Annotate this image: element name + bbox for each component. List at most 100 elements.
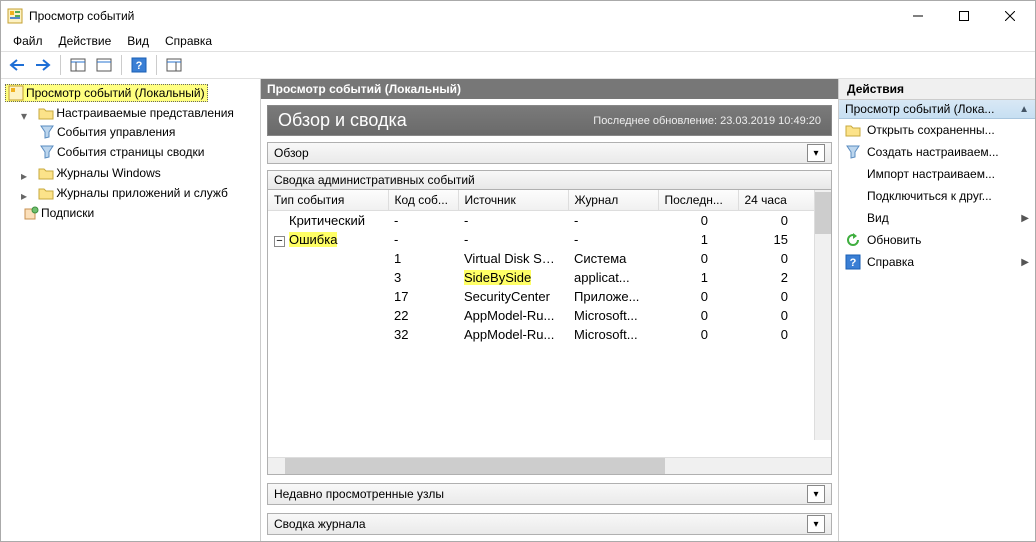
summary-header: Обзор и сводка Последнее обновление: 23.… (267, 105, 832, 136)
col-24h[interactable]: 24 часа (738, 190, 818, 211)
action-label: Импорт настраиваем... (867, 167, 995, 181)
action-import-custom[interactable]: Импорт настраиваем... (839, 163, 1035, 185)
cell-log: - (568, 211, 658, 231)
col-last[interactable]: Последн... (658, 190, 738, 211)
cell-24h: 0 (658, 287, 738, 306)
folder-icon (38, 165, 54, 181)
section-label: Обзор (274, 146, 807, 160)
cell-log: - (568, 230, 658, 249)
expand-button[interactable]: ▾ (807, 485, 825, 503)
cell-24h: 0 (658, 249, 738, 268)
tree-root[interactable]: Просмотр событий (Локальный) (5, 84, 208, 102)
eventviewer-icon (8, 85, 24, 101)
back-button[interactable] (5, 54, 29, 76)
twisty-icon[interactable]: ▸ (21, 169, 33, 183)
menu-file[interactable]: Файл (5, 32, 51, 50)
twisty-icon[interactable]: ▾ (21, 109, 33, 123)
folder-icon (38, 185, 54, 201)
cell-source: Virtual Disk Ser... (464, 251, 563, 266)
panel-button[interactable] (162, 54, 186, 76)
help-button[interactable]: ? (127, 54, 151, 76)
expand-button[interactable]: ▾ (807, 515, 825, 533)
cell-id: 1 (388, 249, 458, 268)
center-header: Просмотр событий (Локальный) (261, 79, 838, 99)
row-expander[interactable]: − (274, 236, 285, 247)
table-row[interactable]: Критический---00 (268, 211, 831, 231)
folder-open-icon (845, 122, 861, 138)
cell-log: Microsoft... (568, 306, 658, 325)
cell-log: applicat... (568, 268, 658, 287)
table-row[interactable]: 17SecurityCenterПриложе...00 (268, 287, 831, 306)
twisty-icon[interactable]: ▸ (21, 189, 33, 203)
tree-pane[interactable]: Просмотр событий (Локальный) ▾ Настраива… (1, 79, 261, 541)
actions-group[interactable]: Просмотр событий (Лока... ▲ (839, 100, 1035, 119)
forward-button[interactable] (31, 54, 55, 76)
section-log-summary[interactable]: Сводка журнала ▾ (267, 513, 832, 535)
section-recent-nodes[interactable]: Недавно просмотренные узлы ▾ (267, 483, 832, 505)
table-row[interactable]: −Ошибка---115 (268, 230, 831, 249)
cell-source: SecurityCenter (464, 289, 550, 304)
maximize-button[interactable] (941, 1, 987, 31)
cell-log: Система (568, 249, 658, 268)
tree-item-label: События управления (57, 125, 175, 139)
table-row[interactable]: 3SideBySideapplicat...12 (268, 268, 831, 287)
table-row[interactable]: 22AppModel-Ru...Microsoft...00 (268, 306, 831, 325)
col-id[interactable]: Код соб... (388, 190, 458, 211)
tree-app-service-logs[interactable]: Журналы приложений и служб (36, 185, 230, 201)
col-log[interactable]: Журнал (568, 190, 658, 211)
vertical-scrollbar[interactable] (814, 190, 831, 440)
tree-custom-views[interactable]: Настраиваемые представления (36, 105, 236, 121)
show-tree-button[interactable] (66, 54, 90, 76)
cell-24h: 1 (658, 230, 738, 249)
cell-24h: 0 (658, 325, 738, 344)
cell-sum: 0 (738, 306, 818, 325)
menu-action[interactable]: Действие (51, 32, 120, 50)
filter-icon (845, 144, 861, 160)
section-label: Сводка административных событий (274, 173, 475, 187)
last-refresh: Последнее обновление: 23.03.2019 10:49:2… (593, 115, 821, 127)
events-grid[interactable]: Тип события Код соб... Источник Журнал П… (268, 190, 831, 457)
cell-24h: 0 (658, 306, 738, 325)
cell-source: AppModel-Ru... (464, 308, 554, 323)
expand-button[interactable]: ▾ (807, 144, 825, 162)
refresh-icon (845, 232, 861, 248)
toolbar: ? (1, 51, 1035, 79)
tree-summary-page-events[interactable]: События страницы сводки (37, 144, 206, 160)
tree-item-label: Журналы Windows (56, 166, 160, 180)
table-row[interactable]: 32AppModel-Ru...Microsoft...00 (268, 325, 831, 344)
svg-text:?: ? (850, 257, 857, 269)
title-bar: Просмотр событий (1, 1, 1035, 31)
cell-type: Ошибка (289, 232, 337, 247)
tree-admin-events[interactable]: События управления (37, 124, 177, 140)
menu-view[interactable]: Вид (119, 32, 157, 50)
action-label: Создать настраиваем... (867, 145, 999, 159)
collapse-icon: ▲ (1019, 104, 1029, 115)
section-label: Недавно просмотренные узлы (274, 487, 807, 501)
action-open-saved[interactable]: Открыть сохраненны... (839, 119, 1035, 141)
action-view[interactable]: Вид ▶ (839, 207, 1035, 229)
tree-windows-logs[interactable]: Журналы Windows (36, 165, 162, 181)
section-overview[interactable]: Обзор ▾ (267, 142, 832, 164)
cell-sum: 15 (738, 230, 818, 249)
action-refresh[interactable]: Обновить (839, 229, 1035, 251)
action-create-custom[interactable]: Создать настраиваем... (839, 141, 1035, 163)
col-type[interactable]: Тип события (268, 190, 388, 211)
col-source[interactable]: Источник (458, 190, 568, 211)
action-label: Открыть сохраненны... (867, 123, 995, 137)
action-help[interactable]: ? Справка ▶ (839, 251, 1035, 273)
close-button[interactable] (987, 1, 1033, 31)
properties-button[interactable] (92, 54, 116, 76)
action-connect[interactable]: Подключиться к друг... (839, 185, 1035, 207)
table-row[interactable]: 1Virtual Disk Ser...Система00 (268, 249, 831, 268)
section-admin-summary[interactable]: Сводка административных событий (268, 171, 831, 190)
blank-icon (845, 210, 861, 226)
center-pane: Просмотр событий (Локальный) Обзор и сво… (261, 79, 839, 541)
menu-help[interactable]: Справка (157, 32, 220, 50)
actions-header: Действия (839, 79, 1035, 100)
minimize-button[interactable] (895, 1, 941, 31)
horizontal-scrollbar[interactable] (268, 457, 831, 474)
tree-item-label: Подписки (41, 206, 94, 220)
tree-subscriptions[interactable]: Подписки (21, 205, 96, 221)
cell-sum: 2 (738, 268, 818, 287)
section-label: Сводка журнала (274, 517, 807, 531)
